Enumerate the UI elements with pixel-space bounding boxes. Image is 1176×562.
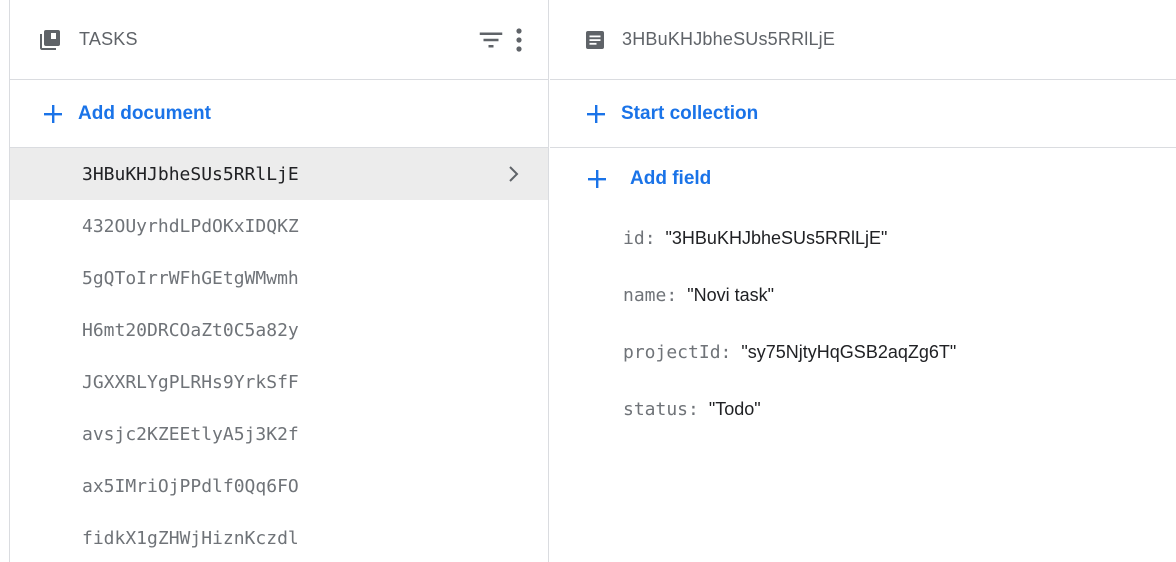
field-key: status xyxy=(623,399,689,420)
document-list-item[interactable]: H6mt20DRCOaZt0C5a82y xyxy=(10,304,548,356)
document-list-item[interactable]: 3HBuKHJbheSUs5RRlLjE xyxy=(10,148,548,200)
document-list-item[interactable]: 432OUyrhdLPdOKxIDQKZ xyxy=(10,200,548,252)
plus-icon xyxy=(585,103,607,125)
document-list-item[interactable]: JGXXRLYgPLRHs9YrkSfF xyxy=(10,356,548,408)
chevron-right-icon xyxy=(506,165,522,188)
collection-actions xyxy=(476,25,526,55)
field-key: projectId xyxy=(623,342,721,363)
filter-icon[interactable] xyxy=(476,25,506,55)
collection-icon xyxy=(38,28,62,52)
add-field-label: Add field xyxy=(630,168,712,189)
field-colon: : xyxy=(688,399,699,420)
collection-title: TASKS xyxy=(79,29,138,49)
document-list-item[interactable]: avsjc2KZEEtlyA5j3K2f xyxy=(10,408,548,460)
field-colon: : xyxy=(666,285,678,306)
field-row[interactable]: name: "Novi task" xyxy=(550,267,1176,324)
field-row[interactable]: projectId: "sy75NjtyHqGSB2aqZg6T" xyxy=(550,324,1176,381)
field-key: name xyxy=(623,285,667,306)
more-vert-icon[interactable] xyxy=(512,25,526,55)
add-document-label: Add document xyxy=(78,102,211,124)
collection-header: TASKS xyxy=(10,0,548,80)
document-header: 3HBuKHJbheSUs5RRlLjE xyxy=(550,0,1176,80)
document-id: ax5IMriOjPPdlf0Qq6FO xyxy=(82,475,299,497)
document-list: 3HBuKHJbheSUs5RRlLjE 432OUyrhdLPdOKxIDQK… xyxy=(10,148,548,562)
add-field-button[interactable]: Add field xyxy=(550,148,1176,210)
add-document-button[interactable]: Add document xyxy=(10,80,548,148)
document-id: H6mt20DRCOaZt0C5a82y xyxy=(82,319,299,341)
firestore-data-viewer: TASKS Add document 3HBuKHJbheSUs5RRlLjE … xyxy=(0,0,1176,562)
field-key: id xyxy=(623,228,645,249)
document-icon xyxy=(584,29,606,51)
document-list-item[interactable]: ax5IMriOjPPdlf0Qq6FO xyxy=(10,460,548,512)
plus-icon xyxy=(586,168,608,190)
field-value: "Novi task" xyxy=(687,285,775,305)
plus-icon xyxy=(42,103,64,125)
document-list-item[interactable]: 5gQToIrrWFhGEtgWMwmh xyxy=(10,252,548,304)
collection-panel: TASKS Add document 3HBuKHJbheSUs5RRlLjE … xyxy=(10,0,549,562)
document-id: 3HBuKHJbheSUs5RRlLjE xyxy=(82,163,299,185)
document-id: 432OUyrhdLPdOKxIDQKZ xyxy=(82,215,299,237)
field-value: "3HBuKHJbheSUs5RRlLjE" xyxy=(665,228,888,248)
field-row[interactable]: status: "Todo" xyxy=(550,381,1176,438)
field-colon: : xyxy=(644,228,656,249)
start-collection-label: Start collection xyxy=(621,102,759,124)
document-id: avsjc2KZEEtlyA5j3K2f xyxy=(82,423,299,445)
field-value: "Todo" xyxy=(708,399,761,419)
field-row[interactable]: id: "3HBuKHJbheSUs5RRlLjE" xyxy=(550,210,1176,267)
document-list-item[interactable]: fidkX1gZHWjHiznKczdl xyxy=(10,512,548,562)
start-collection-button[interactable]: Start collection xyxy=(550,80,1176,148)
document-id: JGXXRLYgPLRHs9YrkSfF xyxy=(82,371,299,393)
document-id: fidkX1gZHWjHiznKczdl xyxy=(82,527,299,549)
document-title: 3HBuKHJbheSUs5RRlLjE xyxy=(622,29,836,49)
field-colon: : xyxy=(720,342,732,363)
document-panel: 3HBuKHJbheSUs5RRlLjE Start collection Ad… xyxy=(550,0,1176,562)
field-value: "sy75NjtyHqGSB2aqZg6T" xyxy=(741,342,957,362)
document-id: 5gQToIrrWFhGEtgWMwmh xyxy=(82,267,299,289)
